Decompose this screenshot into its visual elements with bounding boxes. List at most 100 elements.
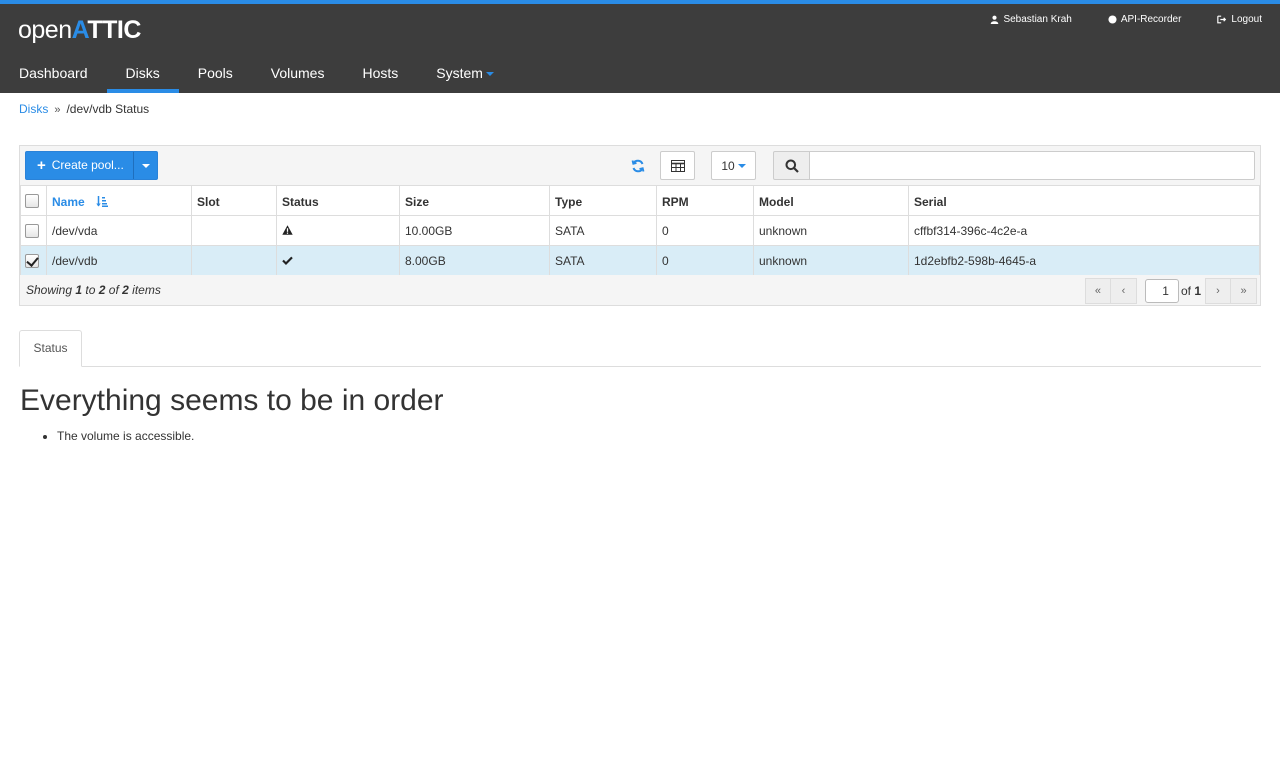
table-columns-icon — [670, 159, 685, 172]
logout-label: Logout — [1231, 14, 1262, 25]
cell-size: 10.00GB — [399, 215, 550, 246]
column-label: RPM — [662, 195, 689, 209]
cell-slot — [191, 245, 277, 276]
nav-tab-label: Dashboard — [19, 65, 88, 81]
row-checkbox[interactable] — [25, 253, 39, 268]
showing-to-word: to — [82, 283, 99, 297]
column-label: Type — [555, 195, 583, 209]
last-page-button[interactable]: » — [1231, 278, 1257, 304]
nav-tab-dashboard[interactable]: Dashboard — [0, 58, 107, 93]
create-pool-label: Create pool... — [51, 158, 124, 172]
logout-link[interactable]: Logout — [1217, 14, 1262, 25]
user-menu: Sebastian Krah API-Recorder Logout — [990, 14, 1262, 25]
select-all-checkbox[interactable] — [25, 193, 39, 208]
logo-open-text: open — [18, 16, 72, 44]
cell-rpm: 0 — [656, 215, 754, 246]
tab-status[interactable]: Status — [19, 330, 82, 367]
page-of-label: of — [1180, 284, 1191, 298]
refresh-button[interactable] — [624, 151, 652, 180]
top-bar: openATTIC Sebastian Krah API-Recorder Lo… — [0, 0, 1280, 93]
next-page-button[interactable]: › — [1205, 278, 1231, 304]
nav-tab-system[interactable]: System — [417, 58, 513, 93]
plus-icon: + — [37, 157, 46, 174]
nav-tab-label: Hosts — [362, 65, 399, 81]
checkmark-icon — [282, 256, 293, 265]
search-icon — [785, 159, 799, 173]
cell-name: /dev/vdb — [46, 245, 192, 276]
sort-ascending-icon — [96, 196, 109, 207]
create-pool-dropdown-toggle[interactable] — [133, 152, 157, 179]
first-page-button[interactable]: « — [1084, 278, 1111, 304]
prev-page-button[interactable]: ‹ — [1110, 278, 1137, 304]
table-row[interactable]: /dev/vda 10.00GB SATA 0 unknown cffbf314… — [20, 215, 1260, 246]
pagination: « ‹ 1 of 1 › » — [1084, 278, 1257, 304]
warning-icon — [282, 224, 293, 235]
showing-prefix: Showing — [26, 283, 76, 297]
chevron-down-icon — [141, 163, 150, 168]
nav-tab-label: Disks — [125, 65, 160, 81]
app-logo[interactable]: openATTIC — [18, 16, 141, 45]
chevron-down-icon — [737, 163, 746, 168]
cell-serial: 1d2ebfb2-598b-4645-a — [908, 245, 1260, 276]
row-select-cell — [20, 245, 47, 276]
column-label: Status — [282, 195, 319, 209]
column-header-serial[interactable]: Serial — [908, 185, 1260, 216]
cell-status — [276, 215, 400, 246]
select-all-cell — [20, 185, 47, 216]
page-size-select[interactable]: 10 — [711, 151, 756, 180]
api-recorder-link[interactable]: API-Recorder — [1108, 14, 1182, 25]
create-pool-button[interactable]: + Create pool... — [26, 152, 133, 179]
api-recorder-label: API-Recorder — [1120, 14, 1182, 25]
list-item: The volume is accessible. — [57, 429, 194, 443]
nav-tab-label: Volumes — [270, 65, 325, 81]
table-footer: Showing 1 to 2 of 2 items « ‹ 1 of 1 › » — [20, 275, 1260, 305]
column-label: Name — [52, 195, 85, 209]
search-button[interactable] — [773, 151, 810, 180]
column-header-model[interactable]: Model — [753, 185, 909, 216]
column-header-status[interactable]: Status — [276, 185, 400, 216]
cell-type: SATA — [549, 215, 657, 246]
page-number-input[interactable]: 1 — [1144, 279, 1179, 303]
chevron-down-icon — [485, 72, 494, 77]
search-input[interactable] — [809, 151, 1255, 180]
cell-name: /dev/vda — [46, 215, 192, 246]
breadcrumb-current: /dev/vdb Status — [66, 102, 150, 116]
showing-total: 2 — [122, 283, 129, 297]
column-header-type[interactable]: Type — [549, 185, 657, 216]
cell-status — [276, 245, 400, 276]
nav-tab-hosts[interactable]: Hosts — [343, 58, 417, 93]
record-icon — [1108, 15, 1117, 24]
nav-tab-volumes[interactable]: Volumes — [252, 58, 344, 93]
logout-icon — [1217, 15, 1227, 24]
column-header-slot[interactable]: Slot — [191, 185, 277, 216]
row-select-cell — [20, 215, 47, 246]
double-chevron-right-icon: » — [1240, 285, 1247, 297]
column-header-name[interactable]: Name — [46, 185, 192, 216]
showing-items-word: items — [128, 283, 161, 297]
table-toolbar: + Create pool... 10 — [20, 146, 1260, 186]
cell-model: unknown — [753, 245, 909, 276]
nav-tab-label: Pools — [197, 65, 233, 81]
row-checkbox[interactable] — [25, 223, 39, 238]
logo-ttic-text: TTIC — [87, 16, 141, 44]
breadcrumb-disks-link[interactable]: Disks — [19, 102, 48, 116]
column-header-rpm[interactable]: RPM — [656, 185, 754, 216]
cell-size: 8.00GB — [399, 245, 550, 276]
logo-a-text: A — [71, 16, 88, 44]
cell-slot — [191, 215, 277, 246]
column-label: Model — [759, 195, 794, 209]
showing-of-word: of — [105, 283, 123, 297]
nav-tab-pools[interactable]: Pools — [179, 58, 252, 93]
status-messages: The volume is accessible. — [57, 429, 194, 443]
user-link[interactable]: Sebastian Krah — [990, 14, 1072, 25]
nav-tab-disks[interactable]: Disks — [106, 58, 179, 93]
cell-model: unknown — [753, 215, 909, 246]
user-name: Sebastian Krah — [1003, 14, 1072, 25]
create-pool-button-group: + Create pool... — [25, 151, 158, 180]
column-label: Size — [405, 195, 430, 209]
column-header-size[interactable]: Size — [399, 185, 550, 216]
page-size-value: 10 — [721, 158, 735, 173]
table-row[interactable]: /dev/vdb 8.00GB SATA 0 unknown 1d2ebfb2-… — [20, 245, 1260, 276]
user-icon — [991, 15, 999, 24]
columns-button[interactable] — [660, 151, 695, 180]
